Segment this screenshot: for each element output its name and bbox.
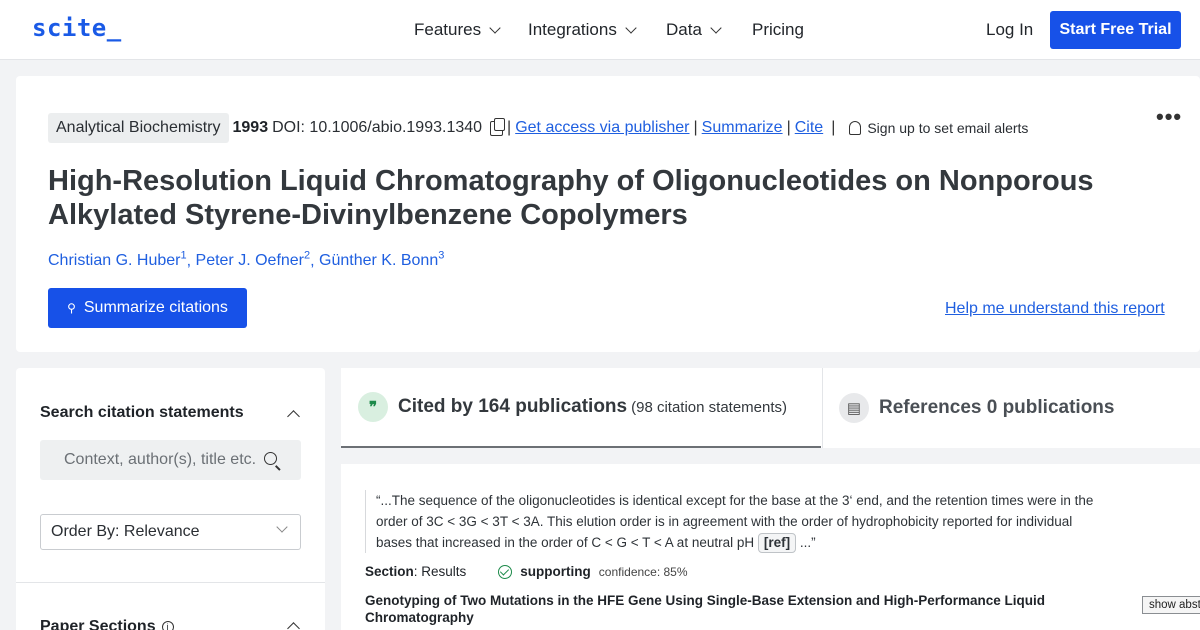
quote-text: “...The sequence of the oligonucleotides… <box>376 493 1094 550</box>
author-list: Christian G. Huber1, Peter J. Oefner2, G… <box>48 250 445 270</box>
chevron-up-icon[interactable] <box>287 622 300 630</box>
tab-cited-by[interactable]: ❞ Cited by 164 publications (98 citation… <box>341 368 821 448</box>
paper-header-card: Analytical Biochemistry 1993 DOI: 10.100… <box>16 76 1200 352</box>
section-label: Section <box>365 564 414 579</box>
login-link[interactable]: Log In <box>986 20 1033 40</box>
doi-text: DOI: 10.1006/abio.1993.1340 <box>272 119 483 136</box>
email-alerts-link[interactable]: Sign up to set email alerts <box>867 120 1028 136</box>
document-icon: ▤ <box>839 393 869 423</box>
classification-badge: supporting <box>520 564 591 579</box>
divider: | <box>831 119 836 136</box>
divider: | <box>786 119 791 136</box>
more-options-icon[interactable]: ••• <box>1156 104 1182 130</box>
paper-meta-row: Analytical Biochemistry 1993 DOI: 10.100… <box>48 112 1028 144</box>
order-by-value: Order By: Relevance <box>51 523 200 540</box>
chat-bubble-icon: ❞ <box>358 392 388 422</box>
cite-link[interactable]: Cite <box>795 119 823 137</box>
citation-statements-count: (98 citation statements) <box>631 398 788 416</box>
author-link[interactable]: Peter J. Oefner2 <box>195 250 311 270</box>
author-link[interactable]: Günther K. Bonn3 <box>319 250 445 270</box>
citation-search-input[interactable] <box>40 440 301 480</box>
section-value: : Results <box>413 564 467 579</box>
order-by-select[interactable]: Order By: Relevance <box>40 514 301 550</box>
author-name: Günther K. Bonn <box>319 252 439 270</box>
check-circle-icon <box>498 564 513 579</box>
start-free-trial-button[interactable]: Start Free Trial <box>1050 11 1181 49</box>
chevron-down-icon <box>710 22 722 34</box>
author-name: Christian G. Huber <box>48 252 181 270</box>
divider: | <box>507 119 512 136</box>
nav-data[interactable]: Data <box>666 20 722 40</box>
show-abstract-button[interactable]: show abstract <box>1142 596 1200 614</box>
confidence-score: confidence: 85% <box>598 564 688 579</box>
citing-paper-title[interactable]: Genotyping of Two Mutations in the HFE G… <box>365 592 1065 626</box>
quote-text-end: ...” <box>796 535 816 550</box>
nav-features[interactable]: Features <box>414 20 501 40</box>
paper-sections-heading: Paper Sections i <box>40 618 174 630</box>
nav-pricing[interactable]: Pricing <box>752 20 804 40</box>
citation-search-box <box>40 440 301 480</box>
chevron-down-icon <box>276 521 288 533</box>
help-understand-report-link[interactable]: Help me understand this report <box>945 300 1165 318</box>
ref-tag[interactable]: [ref] <box>757 533 797 553</box>
citation-tabs: ❞ Cited by 164 publications (98 citation… <box>341 368 1200 448</box>
filter-sidebar: Search citation statements Order By: Rel… <box>16 368 325 630</box>
copy-icon[interactable] <box>490 117 506 136</box>
paper-title: High-Resolution Liquid Chromatography of… <box>48 165 1094 231</box>
chevron-down-icon <box>625 22 637 34</box>
chevron-up-icon[interactable] <box>287 410 300 423</box>
author-affiliation-number: 1 <box>180 250 187 262</box>
author-link[interactable]: Christian G. Huber1 <box>48 250 187 270</box>
nav-integrations-label: Integrations <box>528 20 617 39</box>
journal-chip[interactable]: Analytical Biochemistry <box>48 113 229 143</box>
tab-references[interactable]: ▤ References 0 publications <box>822 368 1200 448</box>
paper-sections-label: Paper Sections <box>40 618 156 630</box>
bell-icon[interactable] <box>849 121 862 135</box>
divider: | <box>693 119 698 136</box>
nav-data-label: Data <box>666 20 702 39</box>
get-access-link[interactable]: Get access via publisher <box>515 119 689 137</box>
nav-features-label: Features <box>414 20 482 39</box>
nav-integrations[interactable]: Integrations <box>528 20 637 40</box>
summarize-citations-label: Summarize citations <box>83 299 228 316</box>
nav-pricing-label: Pricing <box>752 20 804 39</box>
divider <box>16 582 325 583</box>
magic-wand-icon: ⚲ <box>67 301 76 315</box>
summarize-link[interactable]: Summarize <box>702 119 783 137</box>
citation-quote: “...The sequence of the oligonucleotides… <box>365 490 1105 553</box>
citation-meta-row: Section: Results supporting confidence: … <box>365 564 688 579</box>
summarize-citations-button[interactable]: ⚲ Summarize citations <box>48 288 247 328</box>
citation-statement-card: “...The sequence of the oligonucleotides… <box>341 464 1200 630</box>
scite-logo[interactable]: scite_ <box>32 14 122 42</box>
search-icon[interactable] <box>264 452 277 465</box>
publication-year: 1993 <box>232 119 269 136</box>
references-count: References 0 publications <box>879 397 1115 418</box>
chevron-down-icon <box>489 22 501 34</box>
author-affiliation-number: 2 <box>304 250 311 262</box>
author-name: Peter J. Oefner <box>195 252 305 270</box>
author-affiliation-number: 3 <box>438 250 445 262</box>
top-navigation: scite_ Features Integrations Data Pricin… <box>0 0 1200 60</box>
info-icon[interactable]: i <box>161 621 174 630</box>
cited-by-count: Cited by 164 publications <box>398 396 628 417</box>
search-citations-heading: Search citation statements <box>40 404 244 421</box>
